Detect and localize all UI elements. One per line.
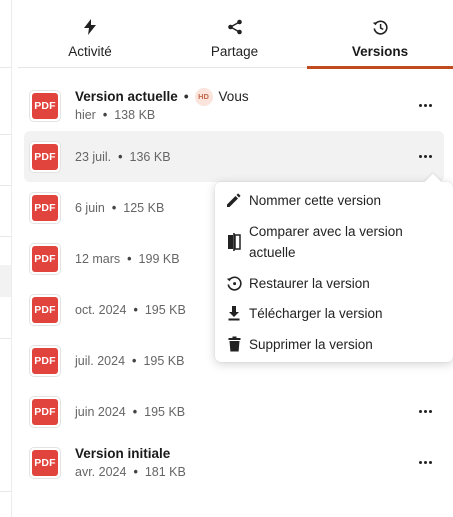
pdf-file-icon: PDF bbox=[29, 446, 61, 479]
separator-dot: • bbox=[133, 464, 138, 479]
tab-label: Versions bbox=[351, 44, 409, 59]
menu-item-label: Restaurer la version bbox=[249, 276, 370, 291]
trash-icon bbox=[225, 335, 243, 353]
tab-partage[interactable]: Partage bbox=[162, 0, 307, 68]
version-title: Version initiale bbox=[75, 446, 171, 461]
pdf-file-icon: PDF bbox=[29, 242, 61, 275]
version-context-menu: Nommer cette version Comparer avec la ve… bbox=[215, 182, 453, 362]
divider bbox=[0, 67, 11, 68]
history-icon bbox=[371, 18, 389, 36]
separator-dot: • bbox=[127, 251, 132, 266]
separator-dot: • bbox=[132, 404, 138, 419]
divider bbox=[0, 134, 11, 135]
file-type-label: PDF bbox=[32, 194, 58, 221]
file-type-label: PDF bbox=[32, 296, 58, 323]
version-size: 125 KB bbox=[123, 200, 165, 215]
menu-item-label: Supprimer la version bbox=[249, 337, 373, 352]
separator-dot: • bbox=[183, 89, 189, 104]
version-size: 195 KB bbox=[144, 302, 186, 317]
menu-item-label: Télécharger la version bbox=[249, 306, 383, 321]
user-avatar-badge: HD bbox=[194, 87, 213, 106]
version-date: juil. 2024 bbox=[75, 353, 126, 368]
lightning-icon bbox=[81, 18, 99, 36]
version-date: 12 mars bbox=[75, 251, 121, 266]
separator-dot: • bbox=[111, 200, 117, 215]
pdf-file-icon: PDF bbox=[29, 89, 61, 122]
version-size: 138 KB bbox=[114, 107, 156, 122]
version-title: Version actuelle bbox=[75, 89, 178, 104]
version-row[interactable]: PDF juin 2024 • 195 KB bbox=[24, 386, 444, 437]
version-size: 199 KB bbox=[138, 251, 180, 266]
menu-item-label: Comparer avec la version actuelle bbox=[249, 224, 403, 260]
version-date: 23 juil. bbox=[75, 149, 112, 164]
menu-item-rename[interactable]: Nommer cette version bbox=[215, 190, 453, 211]
more-horizontal-icon[interactable] bbox=[414, 95, 436, 117]
divider bbox=[0, 338, 11, 339]
file-type-label: PDF bbox=[32, 245, 58, 272]
more-horizontal-icon[interactable] bbox=[414, 452, 436, 474]
divider bbox=[0, 236, 11, 237]
version-date: hier bbox=[75, 107, 96, 122]
menu-item-delete[interactable]: Supprimer la version bbox=[215, 334, 453, 355]
divider bbox=[0, 185, 11, 186]
more-horizontal-icon[interactable] bbox=[414, 146, 436, 168]
left-panel-block bbox=[0, 265, 11, 297]
pdf-file-icon: PDF bbox=[29, 140, 61, 173]
pencil-icon bbox=[225, 191, 243, 209]
version-size: 195 KB bbox=[143, 353, 185, 368]
version-size: 181 KB bbox=[144, 464, 186, 479]
share-icon bbox=[226, 18, 244, 36]
separator-dot: • bbox=[102, 107, 108, 122]
pdf-file-icon: PDF bbox=[29, 191, 61, 224]
left-panel-edge bbox=[0, 0, 12, 517]
tab-label: Activité bbox=[68, 44, 112, 59]
separator-dot: • bbox=[132, 353, 137, 368]
file-type-label: PDF bbox=[32, 92, 58, 119]
version-size: 136 KB bbox=[129, 149, 171, 164]
more-horizontal-icon[interactable] bbox=[414, 401, 436, 423]
menu-item-restore[interactable]: Restaurer la version bbox=[215, 273, 453, 294]
tab-label: Partage bbox=[210, 44, 259, 59]
file-type-label: PDF bbox=[32, 449, 58, 476]
menu-item-compare[interactable]: Comparer avec la version actuelle bbox=[215, 221, 453, 263]
version-date: juin 2024 bbox=[75, 404, 126, 419]
version-date: oct. 2024 bbox=[75, 302, 127, 317]
tab-bar: Activité Partage Versions bbox=[18, 0, 453, 69]
version-row[interactable]: PDF Version actuelle • HD Vous hier • 13… bbox=[24, 80, 444, 131]
pdf-file-icon: PDF bbox=[29, 293, 61, 326]
separator-dot: • bbox=[118, 149, 123, 164]
menu-item-label: Nommer cette version bbox=[249, 193, 382, 208]
version-date: avr. 2024 bbox=[75, 464, 127, 479]
divider bbox=[0, 491, 11, 492]
pdf-file-icon: PDF bbox=[29, 395, 61, 428]
file-type-label: PDF bbox=[32, 347, 58, 374]
version-size: 195 KB bbox=[144, 404, 186, 419]
version-author: Vous bbox=[218, 89, 249, 104]
pdf-file-icon: PDF bbox=[29, 344, 61, 377]
version-date: 6 juin bbox=[75, 200, 105, 215]
file-type-label: PDF bbox=[32, 398, 58, 425]
file-type-label: PDF bbox=[32, 143, 58, 170]
menu-item-download[interactable]: Télécharger la version bbox=[215, 303, 453, 324]
separator-dot: • bbox=[133, 302, 138, 317]
compare-icon bbox=[225, 233, 243, 251]
download-icon bbox=[225, 304, 243, 322]
tab-versions[interactable]: Versions bbox=[307, 0, 453, 69]
version-row[interactable]: PDF Version initiale avr. 2024 • 181 KB bbox=[24, 437, 444, 488]
tab-activite[interactable]: Activité bbox=[18, 0, 162, 68]
version-row[interactable]: PDF 23 juil. • 136 KB bbox=[24, 131, 444, 182]
restore-icon bbox=[225, 274, 243, 292]
